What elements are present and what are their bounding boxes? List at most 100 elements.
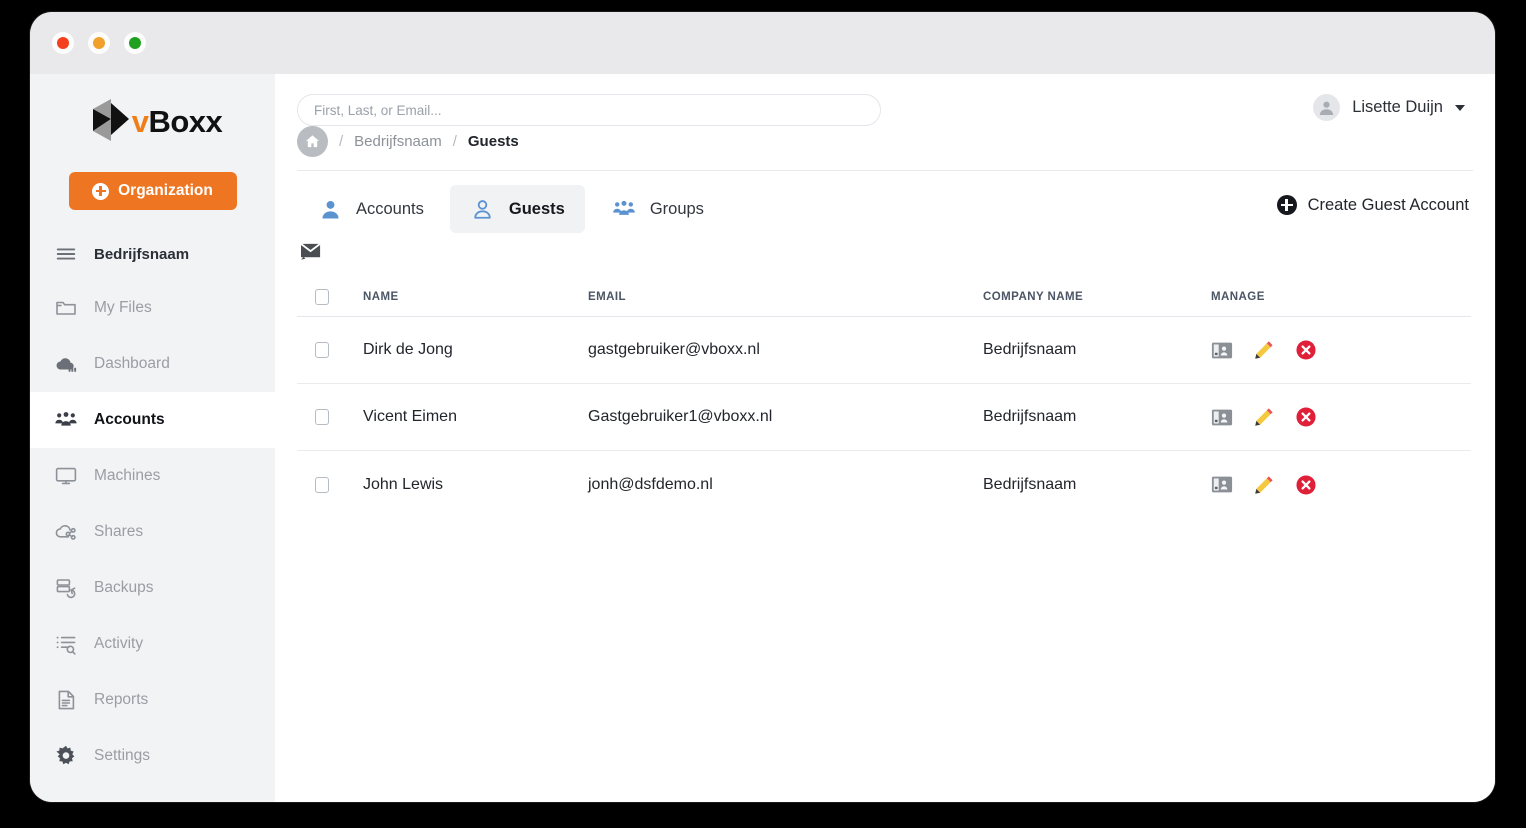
brand-wordmark: vBoxx [132,106,223,137]
cell-company: Bedrijfsnaam [983,408,1211,426]
create-guest-account-button[interactable]: Create Guest Account [1277,195,1471,215]
cell-name: John Lewis [363,476,588,494]
table-row[interactable]: Dirk de Jong gastgebruiker@vboxx.nl Bedr… [297,317,1471,384]
row-select-cell [297,342,363,358]
organization-button[interactable]: Organization [69,172,237,210]
brand-logo[interactable]: vBoxx [30,74,275,160]
row-select-cell [297,477,363,493]
sidebar-item-label: Activity [94,635,143,653]
sidebar-item-label: Shares [94,523,143,541]
breadcrumb-separator: / [339,133,343,150]
edit-pencil-icon[interactable] [1253,406,1275,428]
breadcrumb-parent[interactable]: Bedrijfsnaam [354,133,442,150]
cell-name: Dirk de Jong [363,341,588,359]
cell-name: Vicent Eimen [363,408,588,426]
contact-card-icon[interactable] [1211,407,1233,427]
maximize-window-button[interactable] [124,32,146,54]
sidebar-item-my-files[interactable]: My Files [30,280,275,336]
hamburger-icon [54,242,78,266]
cloud-share-icon [54,520,78,544]
sidebar-item-machines[interactable]: Machines [30,448,275,504]
monitor-icon [54,464,78,488]
sidebar-item-backups[interactable]: Backups [30,560,275,616]
breadcrumb-current: Guests [468,133,519,150]
sidebar-item-label: Machines [94,467,160,485]
people-group-icon [54,408,78,432]
gear-icon [54,744,78,768]
tab-accounts[interactable]: Accounts [297,185,444,233]
sidebar-item-bedrijfsnaam[interactable]: Bedrijfsnaam [30,228,275,280]
person-filled-icon [317,196,343,222]
logo-letter-v: v [132,104,149,139]
window-titlebar [30,12,1495,74]
row-checkbox[interactable] [315,409,329,425]
sidebar-item-settings[interactable]: Settings [30,728,275,784]
cell-company: Bedrijfsnaam [983,476,1211,494]
plus-icon [1277,195,1297,215]
tab-guests[interactable]: Guests [450,185,585,233]
cell-email: jonh@dsfdemo.nl [588,476,983,494]
cell-manage [1211,406,1471,428]
sidebar-item-shares[interactable]: Shares [30,504,275,560]
activity-list-icon [54,632,78,656]
vboxx-logo-icon [83,95,135,147]
column-header-company-name: COMPANY NAME [983,291,1211,303]
sidebar-item-dashboard[interactable]: Dashboard [30,336,275,392]
edit-pencil-icon[interactable] [1253,474,1275,496]
row-checkbox[interactable] [315,342,329,358]
main-content: Lisette Duijn / Bedrijfsnaam / Guests [275,74,1495,802]
sidebar-item-label: Dashboard [94,355,170,373]
sidebar-item-label: Reports [94,691,148,709]
sidebar-item-label: Settings [94,747,150,765]
sidebar-item-label: My Files [94,299,152,317]
contact-card-icon[interactable] [1211,340,1233,360]
sidebar-item-label: Backups [94,579,153,597]
mail-action-row [275,233,1495,263]
plus-icon [92,183,109,200]
breadcrumb-separator: / [453,133,457,150]
column-header-name: NAME [363,291,588,303]
minimize-window-button[interactable] [88,32,110,54]
contact-card-icon[interactable] [1211,475,1233,495]
delete-circle-icon[interactable] [1295,474,1317,496]
group-filled-icon [611,196,637,222]
sidebar-item-label: Bedrijfsnaam [94,246,189,263]
chevron-down-icon [1455,105,1465,111]
cell-email: Gastgebruiker1@vboxx.nl [588,408,983,426]
cell-manage [1211,339,1471,361]
row-checkbox[interactable] [315,477,329,493]
sidebar-item-reports[interactable]: Reports [30,672,275,728]
organization-button-label: Organization [118,182,213,200]
tab-groups[interactable]: Groups [591,185,724,233]
top-bar: Lisette Duijn / Bedrijfsnaam / Guests [275,74,1495,170]
user-menu[interactable]: Lisette Duijn [1313,94,1471,121]
select-all-cell [297,289,363,305]
select-all-checkbox[interactable] [315,289,329,305]
table-row[interactable]: Vicent Eimen Gastgebruiker1@vboxx.nl Bed… [297,384,1471,451]
report-doc-icon [54,688,78,712]
row-select-cell [297,409,363,425]
create-guest-account-label: Create Guest Account [1308,196,1469,215]
sidebar: vBoxx Organization Bedrijfsnaam [30,74,275,802]
column-header-manage: MANAGE [1211,291,1471,303]
delete-circle-icon[interactable] [1295,406,1317,428]
sidebar-item-activity[interactable]: Activity [30,616,275,672]
sidebar-item-accounts[interactable]: Accounts [30,392,275,448]
traffic-lights [52,32,146,54]
tab-label: Guests [509,200,565,219]
tab-label: Accounts [356,200,424,219]
close-window-button[interactable] [52,32,74,54]
cell-company: Bedrijfsnaam [983,341,1211,359]
envelope-icon[interactable] [299,239,325,263]
column-header-email: EMAIL [588,291,983,303]
delete-circle-icon[interactable] [1295,339,1317,361]
sidebar-item-label: Accounts [94,411,165,429]
folder-icon [54,296,78,320]
sidebar-nav: Bedrijfsnaam My Files Dashboard [30,228,275,784]
table-row[interactable]: John Lewis jonh@dsfdemo.nl Bedrijfsnaam [297,451,1471,518]
edit-pencil-icon[interactable] [1253,339,1275,361]
search-input[interactable] [297,94,881,126]
home-icon[interactable] [297,126,328,157]
cell-manage [1211,474,1471,496]
table-header-row: NAME EMAIL COMPANY NAME MANAGE [297,277,1471,317]
